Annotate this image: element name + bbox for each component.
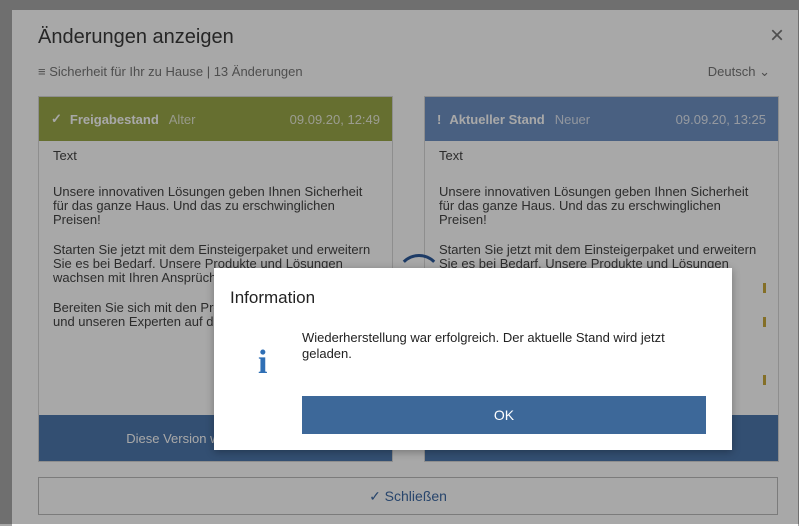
- information-dialog: Information i Wiederherstellung war erfo…: [214, 268, 732, 450]
- info-icon: i: [258, 344, 268, 381]
- information-title: Information: [230, 288, 316, 307]
- ok-button[interactable]: OK: [302, 396, 706, 434]
- information-message: Wiederherstellung war erfolgreich. Der a…: [302, 330, 665, 361]
